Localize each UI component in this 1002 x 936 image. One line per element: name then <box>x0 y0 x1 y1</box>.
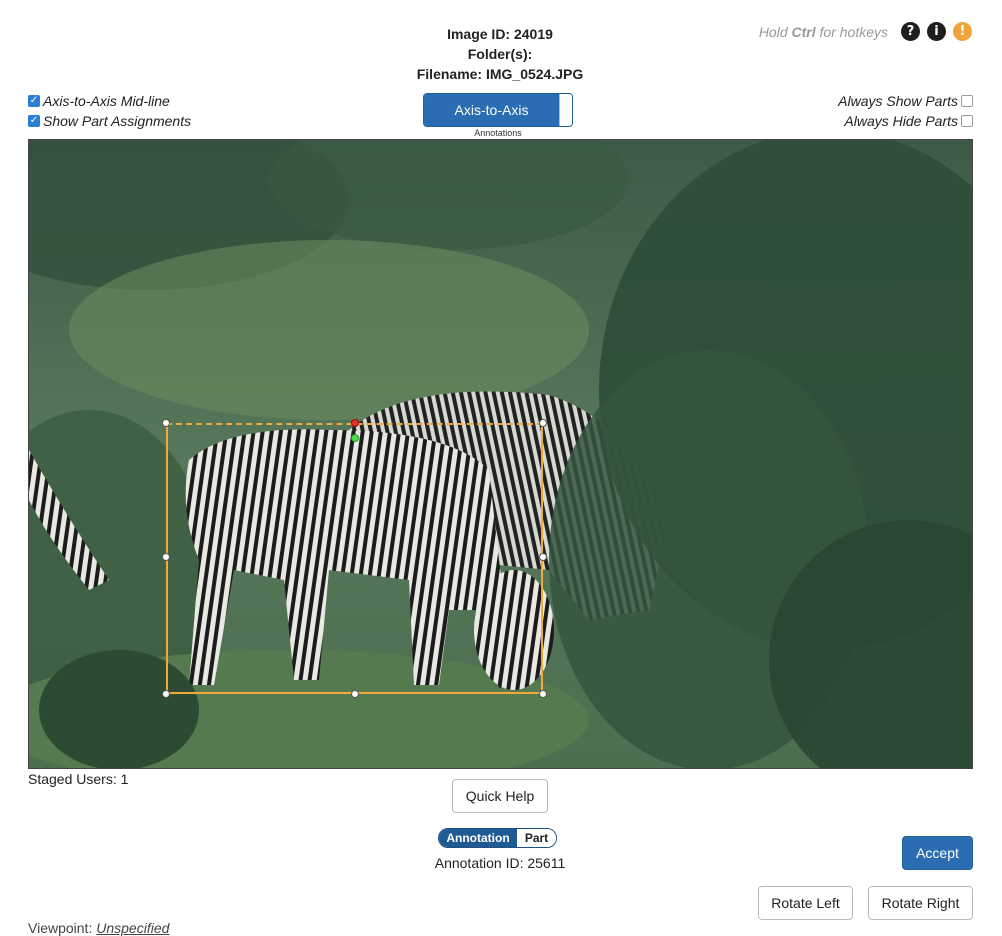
rotate-left-button[interactable]: Rotate Left <box>758 886 853 920</box>
annotation-part-toggle[interactable]: Annotation Part <box>438 828 557 848</box>
bbox-handle-top-center[interactable] <box>351 419 359 427</box>
show-part-assignments-checkbox[interactable]: ✓ <box>28 115 40 127</box>
always-hide-parts-label: Always Hide Parts <box>844 113 958 129</box>
axis-to-axis-toggle[interactable]: Axis-to-Axis <box>423 93 573 127</box>
always-show-parts-option[interactable]: Always Show Parts <box>838 93 973 109</box>
always-hide-parts-option[interactable]: Always Hide Parts <box>844 113 973 129</box>
rotate-right-button[interactable]: Rotate Right <box>868 886 973 920</box>
folders-label: Folder(s): <box>467 46 533 62</box>
bbox-handle-bottom-left[interactable] <box>162 690 170 698</box>
annotation-id-label: Annotation ID: 25611 <box>434 855 566 871</box>
bbox-handle-top-left[interactable] <box>162 419 170 427</box>
axis-to-axis-toggle-label: Axis-to-Axis <box>424 94 559 126</box>
exclamation-circle-icon[interactable]: ! <box>953 22 972 41</box>
always-show-parts-checkbox[interactable] <box>961 95 973 107</box>
bbox-handle-bottom-right[interactable] <box>539 690 547 698</box>
hotkeys-bar: Hold Ctrl for hotkeys ? i ! <box>759 22 972 41</box>
accept-button[interactable]: Accept <box>902 836 973 870</box>
staged-users-label: Staged Users: 1 <box>28 771 129 787</box>
axis-midline-checkbox[interactable]: ✓ <box>28 95 40 107</box>
viewpoint-row: Viewpoint: Unspecified <box>28 920 169 936</box>
bbox-handle-top-right[interactable] <box>539 419 547 427</box>
annotations-sublabel: Annotations <box>474 128 522 138</box>
image-header: Image ID: 24019 Folder(s): Filename: IMG… <box>350 24 650 84</box>
annotation-toggle-option[interactable]: Annotation <box>439 829 517 847</box>
ctrl-key-label: Ctrl <box>791 23 816 40</box>
axis-midline-label: Axis-to-Axis Mid-line <box>43 93 170 109</box>
image-id-label: Image ID: 24019 <box>447 26 553 42</box>
rotation-handle[interactable] <box>351 434 359 442</box>
axis-midline-option[interactable]: ✓ Axis-to-Axis Mid-line <box>28 93 170 109</box>
question-circle-icon[interactable]: ? <box>901 22 920 41</box>
part-toggle-option[interactable]: Part <box>517 829 556 847</box>
viewpoint-value[interactable]: Unspecified <box>96 920 169 936</box>
hotkeys-hint: Hold Ctrl for hotkeys <box>758 23 888 40</box>
show-part-assignments-label: Show Part Assignments <box>43 113 192 129</box>
always-hide-parts-checkbox[interactable] <box>961 115 973 127</box>
annotation-image-canvas[interactable] <box>28 139 973 769</box>
show-part-assignments-option[interactable]: ✓ Show Part Assignments <box>28 113 191 129</box>
info-circle-icon[interactable]: i <box>927 22 946 41</box>
bbox-handle-middle-right[interactable] <box>539 553 547 561</box>
bbox-handle-bottom-center[interactable] <box>351 690 359 698</box>
bbox-handle-middle-left[interactable] <box>162 553 170 561</box>
toggle-knob[interactable] <box>559 94 572 126</box>
filename-label: Filename: IMG_0524.JPG <box>416 66 584 82</box>
annotation-bounding-box[interactable] <box>166 423 543 694</box>
quick-help-button[interactable]: Quick Help <box>452 779 548 813</box>
always-show-parts-label: Always Show Parts <box>838 93 958 109</box>
viewpoint-label: Viewpoint: <box>28 920 93 936</box>
